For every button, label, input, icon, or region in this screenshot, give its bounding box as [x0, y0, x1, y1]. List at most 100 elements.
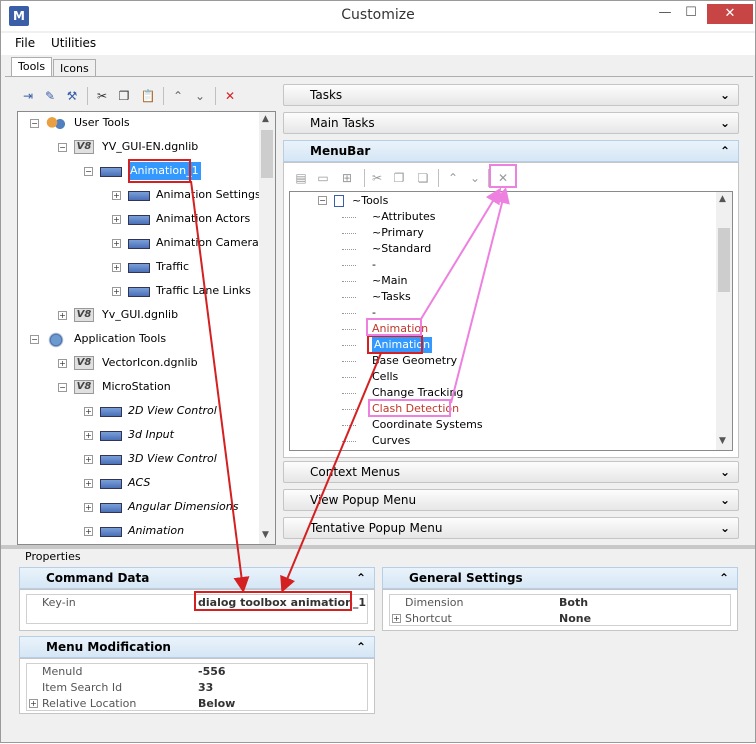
edit-tool-icon[interactable]: ⚒: [63, 87, 81, 105]
context-menus-section-header[interactable]: Context Menus ⌄: [283, 461, 739, 483]
collapse-icon[interactable]: −: [58, 143, 67, 152]
paste-icon[interactable]: ❏: [414, 169, 432, 187]
menubar-tree-item[interactable]: Animation: [290, 321, 710, 337]
expand-icon[interactable]: +: [112, 215, 121, 224]
move-down-icon[interactable]: ⌄: [191, 87, 209, 105]
expand-icon[interactable]: +: [29, 699, 38, 708]
maximize-button[interactable]: ☐: [677, 4, 705, 24]
tools-tree-item[interactable]: +3D View Control: [18, 449, 258, 469]
item-search-id-value[interactable]: 33: [198, 681, 213, 694]
menubar-tree-scroll-thumb[interactable]: [718, 228, 730, 292]
expand-icon[interactable]: +: [84, 431, 93, 440]
new-toolbox-icon[interactable]: ⇥: [19, 87, 37, 105]
expand-icon[interactable]: +: [84, 455, 93, 464]
menuid-value[interactable]: -556: [198, 665, 226, 678]
expand-icon[interactable]: +: [112, 287, 121, 296]
close-button[interactable]: ✕: [707, 4, 753, 24]
tasks-section-header[interactable]: Tasks ⌄: [283, 84, 739, 106]
collapse-icon[interactable]: −: [318, 196, 327, 205]
tools-tree-scroll-thumb[interactable]: [261, 130, 273, 178]
tools-tree-item[interactable]: + Angular Dimensions: [18, 497, 258, 517]
relative-location-value[interactable]: Below: [198, 697, 235, 710]
dimension-value[interactable]: Both: [559, 596, 588, 609]
tools-tree-item[interactable]: − User Tools: [18, 113, 258, 133]
menubar-tree-item[interactable]: -: [290, 257, 710, 273]
expand-icon[interactable]: +: [58, 311, 67, 320]
tentative-popup-section-header[interactable]: Tentative Popup Menu ⌄: [283, 517, 739, 539]
new-menu-icon[interactable]: ▤: [292, 169, 310, 187]
tools-tree-item[interactable]: + Traffic Lane Links: [18, 281, 258, 301]
menubar-tree-item[interactable]: ~Standard: [290, 241, 710, 257]
tools-tree-item[interactable]: − V8 YV_GUI-EN.dgnlib: [18, 137, 258, 157]
command-data-header[interactable]: Command Data ⌃: [19, 567, 375, 589]
paste-icon[interactable]: 📋: [139, 87, 157, 105]
new-separator-icon[interactable]: ▭: [314, 169, 332, 187]
tools-tree-item[interactable]: + ACS: [18, 473, 258, 493]
tools-tree-scrollbar[interactable]: ▲ ▼: [259, 112, 275, 544]
tools-tree-item[interactable]: + V8 Yv_GUI.dgnlib: [18, 305, 258, 325]
tools-tree-item[interactable]: − Application Tools: [18, 329, 258, 349]
copy-icon[interactable]: ❐: [115, 87, 133, 105]
menubar-tree-item[interactable]: Cells: [290, 369, 710, 385]
tools-tree-item-label: Traffic Lane Links: [156, 284, 251, 297]
shortcut-value[interactable]: None: [559, 612, 591, 625]
tab-tools[interactable]: Tools: [11, 57, 53, 77]
expand-icon[interactable]: +: [58, 359, 67, 368]
collapse-icon[interactable]: −: [30, 119, 39, 128]
tools-tree-item[interactable]: + Animation Cameras: [18, 233, 264, 253]
expand-icon[interactable]: +: [84, 407, 93, 416]
move-up-icon[interactable]: ⌃: [444, 169, 462, 187]
new-tool-icon[interactable]: ✎: [41, 87, 59, 105]
expand-icon[interactable]: +: [84, 479, 93, 488]
expand-icon[interactable]: +: [392, 614, 401, 623]
menubar-tree-item[interactable]: Coordinate Systems: [290, 417, 710, 433]
minimize-button[interactable]: —: [651, 4, 679, 24]
menubar-tree-item[interactable]: Curves: [290, 433, 710, 449]
expand-icon[interactable]: +: [112, 239, 121, 248]
copy-icon[interactable]: ❐: [390, 169, 408, 187]
collapse-icon[interactable]: −: [30, 335, 39, 344]
menubar-tree-item[interactable]: ~Tasks: [290, 289, 710, 305]
delete-icon[interactable]: ✕: [221, 87, 239, 105]
menu-file[interactable]: File: [15, 36, 35, 50]
move-down-icon[interactable]: ⌄: [466, 169, 484, 187]
menu-utilities[interactable]: Utilities: [51, 36, 96, 50]
tools-tree-item[interactable]: +3d Input: [18, 425, 258, 445]
menubar-tree-item[interactable]: ~Attributes: [290, 209, 710, 225]
tools-tree-item[interactable]: + Traffic: [18, 257, 258, 277]
menubar-tree-scrollbar[interactable]: ▲ ▼: [716, 192, 732, 450]
tab-icons[interactable]: Icons: [53, 59, 96, 77]
menu-modification-header[interactable]: Menu Modification ⌃: [19, 636, 375, 658]
cut-icon[interactable]: ✂: [93, 87, 111, 105]
expand-icon[interactable]: +: [84, 503, 93, 512]
expand-icon[interactable]: +: [84, 527, 93, 536]
collapse-icon[interactable]: −: [58, 383, 67, 392]
menubar-tree-item[interactable]: -: [290, 305, 710, 321]
tools-tree-item[interactable]: + Animation Actors: [18, 209, 258, 229]
menubar-tree-item[interactable]: Clash Detection: [290, 401, 710, 417]
new-menu-item-icon[interactable]: ⊞: [338, 169, 356, 187]
collapse-icon[interactable]: −: [84, 167, 93, 176]
move-up-icon[interactable]: ⌃: [169, 87, 187, 105]
menubar-tree-item[interactable]: ~Primary: [290, 225, 710, 241]
tools-tree-item[interactable]: − V8 MicroStation: [18, 377, 258, 397]
general-settings-header[interactable]: General Settings ⌃: [382, 567, 738, 589]
menubar-tree-item[interactable]: Base Geometry: [290, 353, 710, 369]
main-tasks-section-header[interactable]: Main Tasks ⌄: [283, 112, 739, 134]
expand-icon[interactable]: +: [112, 263, 121, 272]
tools-tree-item[interactable]: + V8 VectorIcon.dgnlib: [18, 353, 258, 373]
cut-icon[interactable]: ✂: [368, 169, 386, 187]
menubar-tree-item[interactable]: ~Main: [290, 273, 710, 289]
properties-splitter[interactable]: [1, 545, 755, 549]
menubar-tree-item-label: -: [372, 258, 376, 271]
view-popup-section-header[interactable]: View Popup Menu ⌄: [283, 489, 739, 511]
expand-icon[interactable]: +: [112, 191, 121, 200]
menubar-tree-item[interactable]: − ~Tools: [290, 193, 710, 209]
menubar-tree-item[interactable]: Change Tracking: [290, 385, 710, 401]
tools-tree-item[interactable]: +2D View Control: [18, 401, 258, 421]
tools-tree-item[interactable]: + Animation: [18, 521, 258, 541]
tools-tree-item[interactable]: + Animation Settings: [18, 185, 261, 205]
menubar-section-header[interactable]: MenuBar ⌃: [283, 140, 739, 162]
menubar-tree-item[interactable]: Animation: [290, 337, 710, 353]
keyin-label: Key-in: [42, 596, 76, 609]
